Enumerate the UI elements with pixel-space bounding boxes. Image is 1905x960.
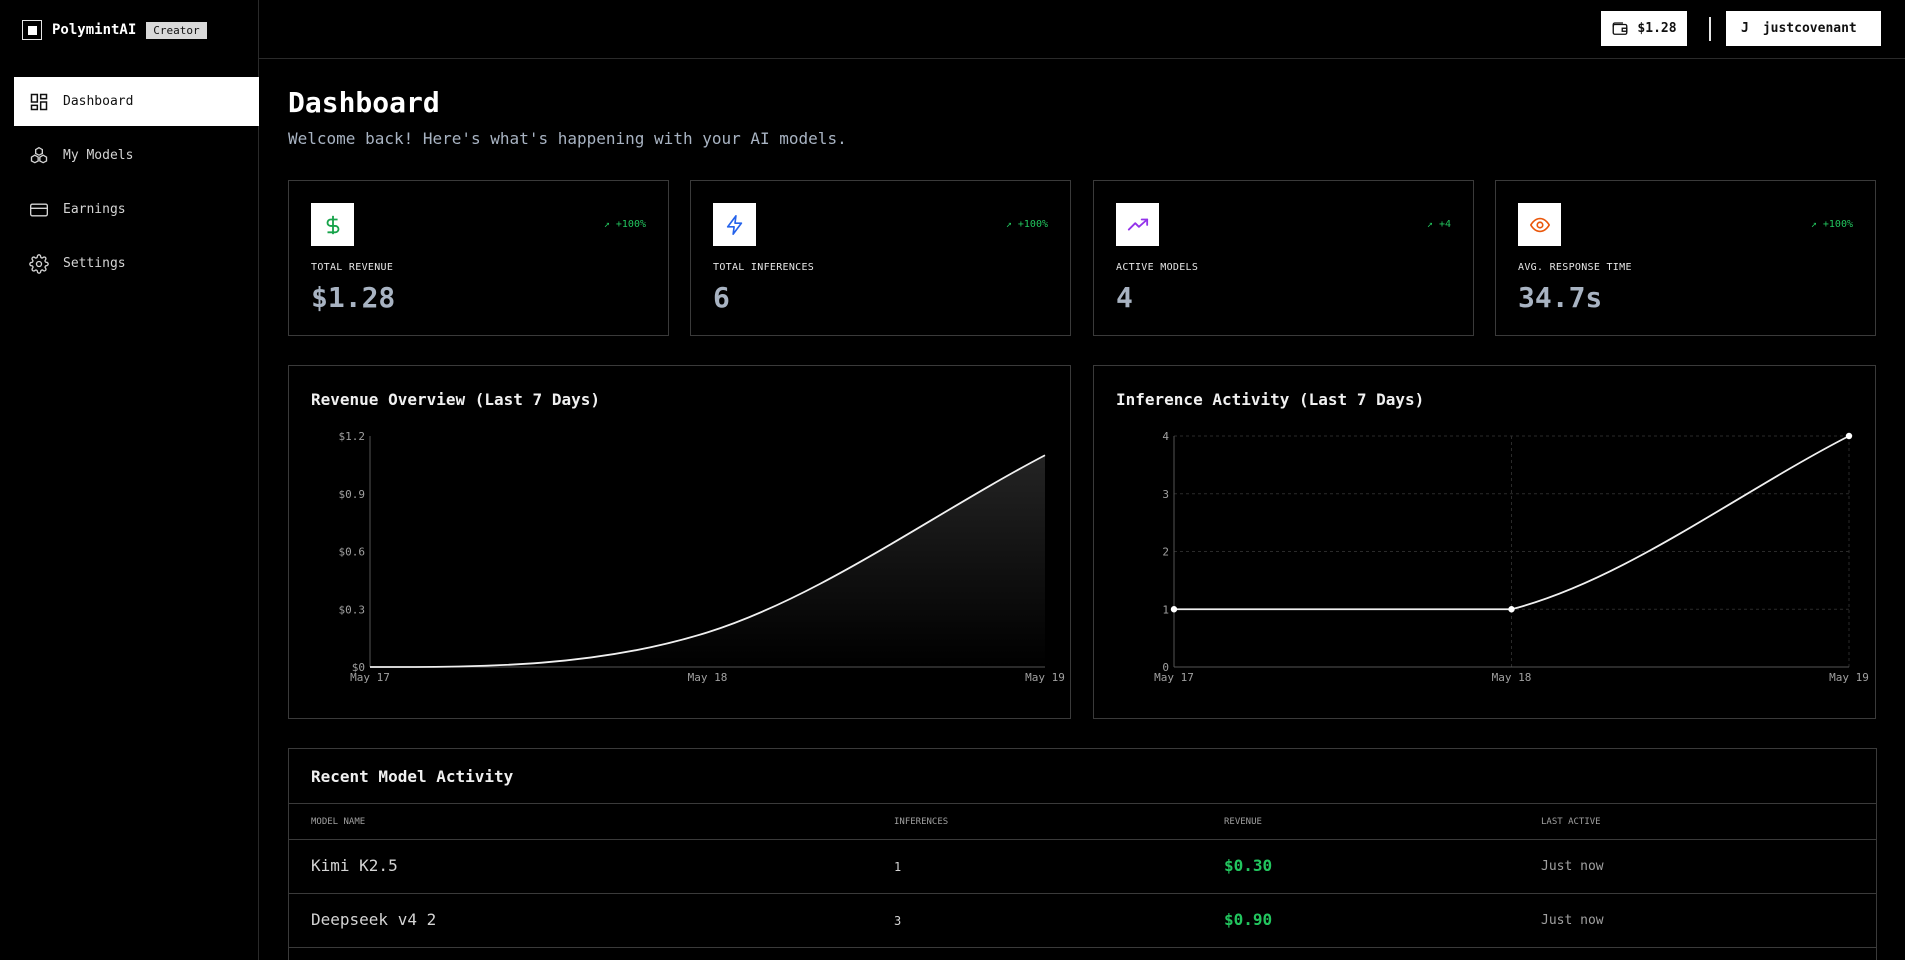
y-tick-label: $1.2 bbox=[339, 430, 366, 443]
revenue-value: $0.90 bbox=[1224, 910, 1273, 929]
sidebar: PolymintAI Creator Dashboard My Models E… bbox=[0, 0, 259, 960]
table-header: MODEL NAME INFERENCES REVENUE LAST ACTIV… bbox=[289, 803, 1876, 840]
x-tick-label: May 18 bbox=[1492, 671, 1532, 684]
inference-count: 1 bbox=[894, 860, 902, 874]
eye-icon bbox=[1518, 203, 1561, 246]
y-tick-label: 3 bbox=[1162, 488, 1169, 501]
x-tick-label: May 17 bbox=[1154, 671, 1194, 684]
stat-label: TOTAL REVENUE bbox=[311, 262, 394, 273]
revenue-chart: $0$0.3$0.6$0.9$1.2May 17 May 18 May 19 bbox=[339, 430, 1065, 684]
y-tick-label: $0.9 bbox=[339, 488, 366, 501]
table-title: Recent Model Activity bbox=[311, 767, 514, 786]
sidebar-item-my-models[interactable]: My Models bbox=[14, 131, 259, 180]
wallet-balance: $1.28 bbox=[1637, 21, 1677, 36]
stat-delta: ↗ +100% bbox=[1005, 219, 1048, 230]
wallet-icon bbox=[1612, 21, 1628, 35]
y-tick-label: 1 bbox=[1162, 603, 1169, 616]
column-header: LAST ACTIVE bbox=[1541, 817, 1601, 827]
table-row[interactable]: Deepseek v4 2 3 $0.90 Just now bbox=[289, 894, 1876, 948]
model-name: Kimi K2.5 bbox=[311, 856, 398, 875]
recent-activity-table: Recent Model Activity MODEL NAME INFEREN… bbox=[288, 748, 1877, 960]
lightning-icon bbox=[713, 203, 756, 246]
stat-value: 6 bbox=[713, 281, 730, 314]
data-point bbox=[1845, 432, 1853, 440]
dashboard-icon bbox=[30, 93, 48, 110]
logo-icon bbox=[22, 20, 42, 40]
x-tick-label: May 19 bbox=[1829, 671, 1869, 684]
wallet-balance-button[interactable]: $1.28 bbox=[1601, 11, 1687, 46]
x-tick-label: May 18 bbox=[688, 671, 728, 684]
credit-card-icon bbox=[30, 203, 48, 216]
sidebar-item-label: Earnings bbox=[63, 202, 126, 217]
avatar: J bbox=[1741, 21, 1749, 36]
revenue-chart-card: Revenue Overview (Last 7 Days) $0 $0.3 $0.… bbox=[288, 365, 1071, 719]
revenue-value: $0.30 bbox=[1224, 856, 1273, 875]
stat-label: ACTIVE MODELS bbox=[1116, 262, 1199, 273]
role-badge: Creator bbox=[146, 21, 207, 39]
sidebar-nav: Dashboard My Models Earnings Settings bbox=[14, 77, 259, 293]
sidebar-item-earnings[interactable]: Earnings bbox=[14, 185, 259, 234]
model-name: Deepseek v4 2 bbox=[311, 910, 437, 929]
stat-label: TOTAL INFERENCES bbox=[713, 262, 815, 273]
username: justcovenant bbox=[1762, 21, 1857, 36]
data-point bbox=[1170, 606, 1178, 613]
x-tick-label: May 19 bbox=[1025, 671, 1065, 684]
stat-value: 34.7s bbox=[1518, 281, 1603, 314]
inference-count: 3 bbox=[894, 914, 902, 928]
stat-label: AVG. RESPONSE TIME bbox=[1518, 262, 1632, 273]
stat-delta: ↗ +4 bbox=[1426, 219, 1451, 230]
stat-card-inferences: ↗ +100% TOTAL INFERENCES 6 bbox=[690, 180, 1071, 336]
inference-chart: 01234May 17 May 18 May 19 bbox=[1154, 430, 1869, 684]
last-active: Just now bbox=[1541, 859, 1604, 874]
inference-chart-card: Inference Activity (Last 7 Days) 0 1 2 3 4 Ma… bbox=[1093, 365, 1876, 719]
stat-card-response-time: ↗ +100% AVG. RESPONSE TIME 34.7s bbox=[1495, 180, 1876, 336]
stat-value: 4 bbox=[1116, 281, 1133, 314]
y-tick-label: $0.3 bbox=[339, 603, 366, 616]
sidebar-item-label: Dashboard bbox=[63, 94, 134, 109]
stat-card-active-models: ↗ +4 ACTIVE MODELS 4 bbox=[1093, 180, 1474, 336]
topbar-divider bbox=[1709, 17, 1711, 41]
sidebar-item-label: Settings bbox=[63, 256, 126, 271]
sidebar-item-dashboard[interactable]: Dashboard bbox=[14, 77, 259, 126]
sidebar-item-label: My Models bbox=[63, 148, 134, 163]
page-subtitle: Welcome back! Here's what's happening wi… bbox=[288, 129, 847, 148]
brand[interactable]: PolymintAI Creator bbox=[22, 19, 207, 41]
stat-value: $1.28 bbox=[311, 281, 396, 314]
column-header: INFERENCES bbox=[894, 817, 949, 827]
y-tick-label: 4 bbox=[1162, 430, 1169, 443]
dollar-icon bbox=[311, 203, 354, 246]
trending-up-icon bbox=[1116, 203, 1159, 246]
column-header: MODEL NAME bbox=[311, 817, 366, 827]
stat-delta: ↗ +100% bbox=[603, 219, 646, 230]
table-row[interactable]: Kimi K2.5 1 $0.30 Just now bbox=[289, 840, 1876, 894]
stat-card-revenue: ↗ +100% TOTAL REVENUE $1.28 bbox=[288, 180, 669, 336]
stat-delta: ↗ +100% bbox=[1810, 219, 1853, 230]
column-header: REVENUE bbox=[1224, 817, 1262, 827]
y-tick-label: $0.6 bbox=[339, 546, 366, 559]
page-title: Dashboard bbox=[288, 86, 440, 119]
x-tick-label: May 17 bbox=[350, 671, 390, 684]
gear-icon bbox=[29, 253, 49, 274]
series-area bbox=[370, 455, 1045, 668]
user-menu-button[interactable]: J justcovenant bbox=[1726, 11, 1881, 46]
models-icon bbox=[30, 146, 48, 163]
sidebar-item-settings[interactable]: Settings bbox=[14, 239, 259, 288]
data-point bbox=[1508, 606, 1515, 613]
y-tick-label: 2 bbox=[1162, 546, 1169, 559]
brand-name: PolymintAI bbox=[52, 22, 137, 38]
last-active: Just now bbox=[1541, 913, 1604, 928]
